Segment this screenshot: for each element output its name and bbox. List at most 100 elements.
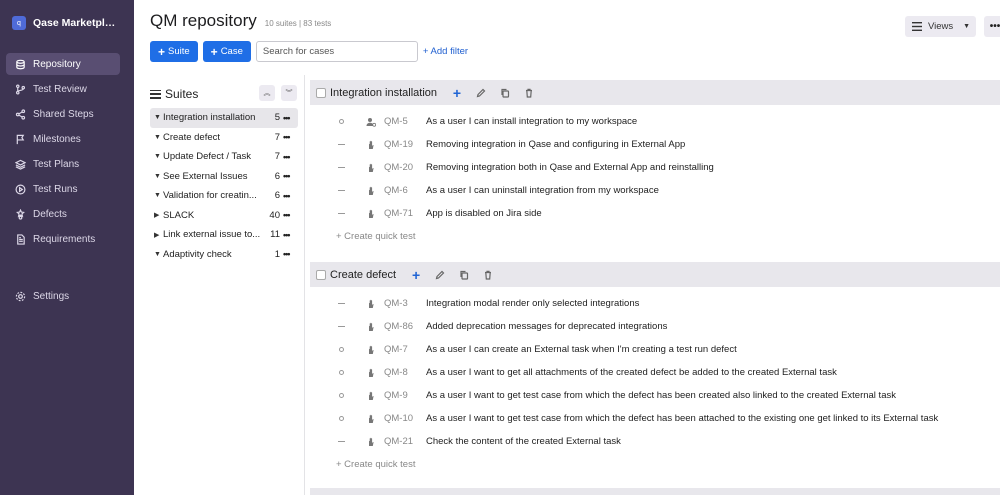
suite-tree-item[interactable]: ▶ Link external issue to... 11 ••• bbox=[150, 225, 298, 245]
suite-menu-button[interactable]: ••• bbox=[283, 230, 295, 240]
case-title[interactable]: As a user I want to get all attachments … bbox=[426, 367, 837, 378]
layers-icon bbox=[14, 158, 26, 170]
add-filter-link[interactable]: + Add filter bbox=[423, 46, 468, 57]
test-case-row[interactable]: QM-10 As a user I want to get test case f… bbox=[310, 407, 1000, 430]
suite-menu-button[interactable]: ••• bbox=[283, 152, 295, 162]
test-case-row[interactable]: QM-9 As a user I want to get test case fr… bbox=[310, 384, 1000, 407]
project-switcher[interactable]: q Qase Marketpla... bbox=[12, 12, 130, 34]
case-title[interactable]: Added deprecation messages for deprecate… bbox=[426, 321, 667, 332]
suite-case-count: 6 bbox=[274, 190, 280, 202]
test-case-row[interactable]: QM-8 As a user I want to get all attachme… bbox=[310, 361, 1000, 384]
section-checkbox[interactable] bbox=[316, 269, 326, 280]
caret-down-icon[interactable]: ▼ bbox=[154, 114, 163, 121]
panel-divider[interactable] bbox=[304, 75, 305, 495]
sidebar-item-label: Milestones bbox=[33, 133, 81, 145]
suite-menu-button[interactable]: ••• bbox=[283, 132, 295, 142]
trash-icon[interactable] bbox=[482, 269, 494, 281]
collapse-all-button[interactable]: ︽ bbox=[259, 85, 275, 101]
caret-down-icon[interactable]: ▼ bbox=[154, 134, 163, 141]
sidebar-item-milestones[interactable]: Milestones bbox=[6, 128, 120, 150]
case-title[interactable]: App is disabled on Jira side bbox=[426, 208, 542, 219]
case-title[interactable]: Check the content of the created Externa… bbox=[426, 436, 621, 447]
suite-tree-item[interactable]: ▼ Create defect 7 ••• bbox=[150, 128, 298, 148]
edit-icon[interactable] bbox=[434, 269, 446, 281]
case-title[interactable]: Removing integration in Qase and configu… bbox=[426, 139, 685, 150]
test-case-row[interactable]: QM-6 As a user I can uninstall integratio… bbox=[310, 179, 1000, 202]
priority-dash-icon bbox=[310, 185, 372, 196]
section-checkbox[interactable] bbox=[316, 87, 326, 98]
suite-name: Adaptivity check bbox=[163, 248, 232, 260]
edit-icon[interactable] bbox=[475, 87, 487, 99]
caret-down-icon[interactable]: ▼ bbox=[154, 153, 163, 160]
copy-icon[interactable] bbox=[458, 269, 470, 281]
sidebar-item-settings[interactable]: Settings bbox=[6, 285, 120, 307]
create-quick-test-link[interactable]: + Create quick test bbox=[310, 225, 1000, 248]
test-case-row[interactable]: QM-20 Removing integration both in Qase a… bbox=[310, 156, 1000, 179]
sidebar-item-test-review[interactable]: Test Review bbox=[6, 78, 120, 100]
suite-menu-button[interactable]: ••• bbox=[283, 249, 295, 259]
caret-down-icon[interactable]: ▼ bbox=[154, 192, 163, 199]
caret-down-icon[interactable]: ▼ bbox=[154, 251, 163, 258]
copy-icon[interactable] bbox=[499, 87, 511, 99]
plus-icon: + bbox=[158, 44, 166, 59]
case-title[interactable]: As a user I can install integration to m… bbox=[426, 116, 637, 127]
search-input[interactable] bbox=[255, 41, 418, 62]
suite-menu-button[interactable]: ••• bbox=[283, 191, 295, 201]
caret-right-icon[interactable]: ▶ bbox=[154, 211, 163, 219]
suite-case-count: 40 bbox=[269, 209, 280, 221]
test-case-row[interactable]: QM-7 As a user I can create an External t… bbox=[310, 338, 1000, 361]
case-title[interactable]: Integration modal render only selected i… bbox=[426, 298, 639, 309]
suite-menu-button[interactable]: ••• bbox=[283, 113, 295, 123]
suite-tree-item[interactable]: ▼ Integration installation 5 ••• bbox=[150, 108, 298, 128]
create-suite-button[interactable]: + Suite bbox=[150, 41, 198, 62]
hand-icon bbox=[366, 299, 376, 309]
suite-name: Validation for creatin... bbox=[163, 190, 257, 202]
suite-tree-item[interactable]: ▼ Adaptivity check 1 ••• bbox=[150, 245, 298, 265]
gear-icon bbox=[14, 290, 26, 302]
trash-icon[interactable] bbox=[523, 87, 535, 99]
add-case-icon[interactable]: + bbox=[451, 85, 463, 101]
case-title[interactable]: As a user I can create an External task … bbox=[426, 344, 737, 355]
suite-tree-item[interactable]: ▼ Validation for creatin... 6 ••• bbox=[150, 186, 298, 206]
test-case-row[interactable]: QM-71 App is disabled on Jira side bbox=[310, 202, 1000, 225]
suite-tree-item[interactable]: ▼ See External Issues 6 ••• bbox=[150, 167, 298, 187]
suite-tree-item[interactable]: ▼ Update Defect / Task 7 ••• bbox=[150, 147, 298, 167]
case-id: QM-8 bbox=[384, 367, 408, 378]
case-id: QM-10 bbox=[384, 413, 414, 424]
sidebar-item-requirements[interactable]: Requirements bbox=[6, 228, 120, 250]
suite-tree-item[interactable]: ▶ SLACK 40 ••• bbox=[150, 206, 298, 226]
sidebar-item-repository[interactable]: Repository bbox=[6, 53, 120, 75]
caret-down-icon[interactable]: ▼ bbox=[154, 173, 163, 180]
case-title[interactable]: As a user I want to get test case from w… bbox=[426, 413, 938, 424]
sidebar-item-label: Settings bbox=[33, 290, 70, 302]
caret-right-icon[interactable]: ▶ bbox=[154, 231, 163, 239]
case-id: QM-9 bbox=[384, 390, 408, 401]
test-case-row[interactable]: QM-19 Removing integration in Qase and co… bbox=[310, 133, 1000, 156]
priority-circle-icon bbox=[310, 344, 372, 355]
priority-dash-icon bbox=[310, 298, 372, 309]
sidebar-item-label: Test Review bbox=[33, 83, 87, 95]
suite-tree: ▼ Integration installation 5 ••• ▼ Create def… bbox=[150, 108, 298, 264]
sidebar-item-shared-steps[interactable]: Shared Steps bbox=[6, 103, 120, 125]
create-case-button[interactable]: + Case bbox=[202, 41, 251, 62]
add-case-icon[interactable]: + bbox=[410, 267, 422, 283]
case-title[interactable]: As a user I can uninstall integration fr… bbox=[426, 185, 659, 196]
hand-icon bbox=[366, 140, 376, 150]
expand-all-button[interactable]: ︾ bbox=[281, 85, 297, 101]
case-title[interactable]: As a user I want to get test case from w… bbox=[426, 390, 896, 401]
views-dropdown[interactable]: Views ▼ bbox=[905, 16, 976, 37]
create-quick-test-link[interactable]: + Create quick test bbox=[310, 453, 1000, 476]
suite-case-count: 7 bbox=[274, 151, 280, 163]
suite-menu-button[interactable]: ••• bbox=[283, 210, 295, 220]
sidebar-item-test-runs[interactable]: Test Runs bbox=[6, 178, 120, 200]
case-title[interactable]: Removing integration both in Qase and Ex… bbox=[426, 162, 714, 173]
sidebar-item-label: Test Runs bbox=[33, 183, 78, 195]
more-options-button[interactable]: ••• bbox=[984, 16, 1000, 37]
test-case-row[interactable]: QM-3 Integration modal render only select… bbox=[310, 292, 1000, 315]
sidebar-item-defects[interactable]: Defects bbox=[6, 203, 120, 225]
sidebar-item-test-plans[interactable]: Test Plans bbox=[6, 153, 120, 175]
test-case-row[interactable]: QM-21 Check the content of the created Ex… bbox=[310, 430, 1000, 453]
suite-menu-button[interactable]: ••• bbox=[283, 171, 295, 181]
test-case-row[interactable]: QM-86 Added deprecation messages for depr… bbox=[310, 315, 1000, 338]
test-case-row[interactable]: QM-5 As a user I can install integration … bbox=[310, 110, 1000, 133]
